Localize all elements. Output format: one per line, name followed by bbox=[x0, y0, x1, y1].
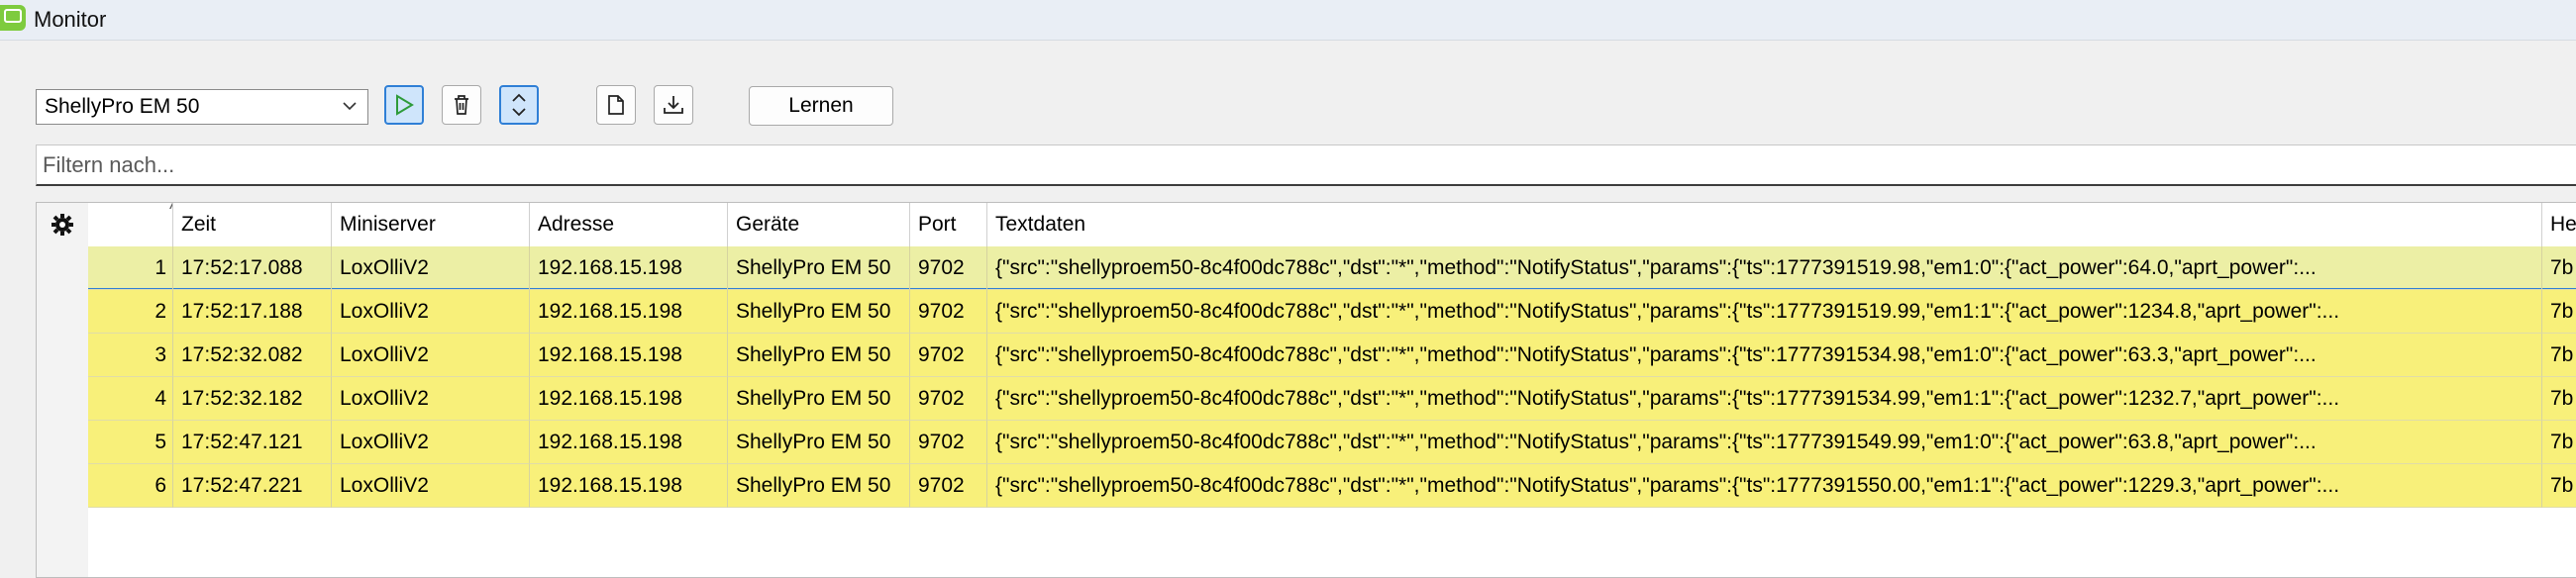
cell-adresse: 192.168.15.198 bbox=[530, 334, 728, 377]
table-header: ^ Zeit Miniserver Adresse Geräte Port Te… bbox=[88, 203, 2576, 247]
table-settings-button[interactable] bbox=[37, 203, 89, 247]
autoscroll-button[interactable] bbox=[499, 85, 539, 125]
cell-zeit: 17:52:17.188 bbox=[173, 290, 332, 334]
cell-adresse: 192.168.15.198 bbox=[530, 421, 728, 464]
cell-miniserver: LoxOlliV2 bbox=[332, 290, 530, 334]
play-button[interactable] bbox=[384, 85, 424, 125]
table-empty-area bbox=[88, 508, 2576, 577]
cell-miniserver: LoxOlliV2 bbox=[332, 246, 530, 290]
cell-textdaten: {"src":"shellyproem50-8c4f00dc788c","dst… bbox=[987, 246, 2542, 290]
cell-adresse: 192.168.15.198 bbox=[530, 464, 728, 508]
cell-zeit: 17:52:17.088 bbox=[173, 246, 332, 290]
cell-port: 9702 bbox=[910, 421, 987, 464]
column-header-zeit[interactable]: Zeit bbox=[173, 203, 332, 246]
row-header-column bbox=[37, 246, 89, 577]
monitor-table: ^ Zeit Miniserver Adresse Geräte Port Te… bbox=[36, 202, 2576, 578]
cell-port: 9702 bbox=[910, 246, 987, 290]
cell-hex: 7b 2 bbox=[2542, 334, 2576, 377]
cell-textdaten: {"src":"shellyproem50-8c4f00dc788c","dst… bbox=[987, 334, 2542, 377]
cell-number: 3 bbox=[88, 334, 173, 377]
table-row[interactable]: 3 17:52:32.082 LoxOlliV2 192.168.15.198 Shel… bbox=[88, 334, 2576, 377]
table-row[interactable]: 5 17:52:47.121 LoxOlliV2 192.168.15.198 Shel… bbox=[88, 421, 2576, 464]
table-row[interactable]: 2 17:52:17.188 LoxOlliV2 192.168.15.198 Shel… bbox=[88, 290, 2576, 334]
column-header-miniserver[interactable]: Miniserver bbox=[332, 203, 530, 246]
column-header-geraete[interactable]: Geräte bbox=[728, 203, 910, 246]
cell-zeit: 17:52:32.082 bbox=[173, 334, 332, 377]
device-select[interactable]: ShellyPro EM 50 bbox=[36, 89, 368, 125]
cell-zeit: 17:52:47.221 bbox=[173, 464, 332, 508]
cell-miniserver: LoxOlliV2 bbox=[332, 421, 530, 464]
cell-geraete: ShellyPro EM 50 bbox=[728, 464, 910, 508]
trash-icon bbox=[455, 95, 468, 115]
cell-hex: 7b 2 bbox=[2542, 464, 2576, 508]
device-select-value: ShellyPro EM 50 bbox=[45, 95, 200, 118]
cell-number: 2 bbox=[88, 290, 173, 334]
cell-port: 9702 bbox=[910, 464, 987, 508]
cell-number: 5 bbox=[88, 421, 173, 464]
cell-port: 9702 bbox=[910, 290, 987, 334]
cell-miniserver: LoxOlliV2 bbox=[332, 464, 530, 508]
delete-button[interactable] bbox=[442, 85, 481, 125]
cell-geraete: ShellyPro EM 50 bbox=[728, 334, 910, 377]
title-bar: Monitor bbox=[0, 0, 2576, 41]
cell-geraete: ShellyPro EM 50 bbox=[728, 421, 910, 464]
play-icon bbox=[396, 94, 414, 116]
cell-number: 4 bbox=[88, 377, 173, 421]
table-row[interactable]: 1 17:52:17.088 LoxOlliV2 192.168.15.198 Shel… bbox=[88, 246, 2576, 290]
table-row[interactable]: 4 17:52:32.182 LoxOlliV2 192.168.15.198 Shel… bbox=[88, 377, 2576, 421]
cell-textdaten: {"src":"shellyproem50-8c4f00dc788c","dst… bbox=[987, 290, 2542, 334]
file-icon bbox=[608, 95, 624, 115]
column-header-number[interactable]: ^ bbox=[88, 203, 173, 246]
download-button[interactable] bbox=[654, 85, 693, 125]
table-row[interactable]: 6 17:52:47.221 LoxOlliV2 192.168.15.198 Shel… bbox=[88, 464, 2576, 508]
chevron-down-icon bbox=[343, 102, 357, 111]
cell-hex: 7b 2 bbox=[2542, 246, 2576, 290]
cell-textdaten: {"src":"shellyproem50-8c4f00dc788c","dst… bbox=[987, 377, 2542, 421]
cell-hex: 7b 2 bbox=[2542, 290, 2576, 334]
cell-zeit: 17:52:32.182 bbox=[173, 377, 332, 421]
download-icon bbox=[664, 96, 683, 114]
cell-textdaten: {"src":"shellyproem50-8c4f00dc788c","dst… bbox=[987, 421, 2542, 464]
cell-hex: 7b 2 bbox=[2542, 377, 2576, 421]
cell-number: 6 bbox=[88, 464, 173, 508]
app-icon bbox=[0, 5, 26, 31]
column-header-adresse[interactable]: Adresse bbox=[530, 203, 728, 246]
cell-port: 9702 bbox=[910, 377, 987, 421]
window-title: Monitor bbox=[34, 7, 107, 32]
cell-geraete: ShellyPro EM 50 bbox=[728, 290, 910, 334]
column-header-hex[interactable]: Hex bbox=[2542, 203, 2576, 246]
cell-geraete: ShellyPro EM 50 bbox=[728, 246, 910, 290]
cell-miniserver: LoxOlliV2 bbox=[332, 377, 530, 421]
cell-miniserver: LoxOlliV2 bbox=[332, 334, 530, 377]
cell-geraete: ShellyPro EM 50 bbox=[728, 377, 910, 421]
filter-input[interactable]: Filtern nach... bbox=[36, 144, 2576, 186]
gear-icon bbox=[52, 214, 73, 236]
cell-number: 1 bbox=[88, 246, 173, 290]
cell-adresse: 192.168.15.198 bbox=[530, 290, 728, 334]
open-button[interactable] bbox=[596, 85, 636, 125]
cell-port: 9702 bbox=[910, 334, 987, 377]
learn-button[interactable]: Lernen bbox=[749, 86, 893, 126]
column-header-port[interactable]: Port bbox=[910, 203, 987, 246]
cell-textdaten: {"src":"shellyproem50-8c4f00dc788c","dst… bbox=[987, 464, 2542, 508]
cell-adresse: 192.168.15.198 bbox=[530, 377, 728, 421]
column-header-textdaten[interactable]: Textdaten bbox=[987, 203, 2542, 246]
cell-hex: 7b 2 bbox=[2542, 421, 2576, 464]
expand-vertical-icon bbox=[512, 93, 526, 117]
cell-zeit: 17:52:47.121 bbox=[173, 421, 332, 464]
cell-adresse: 192.168.15.198 bbox=[530, 246, 728, 290]
